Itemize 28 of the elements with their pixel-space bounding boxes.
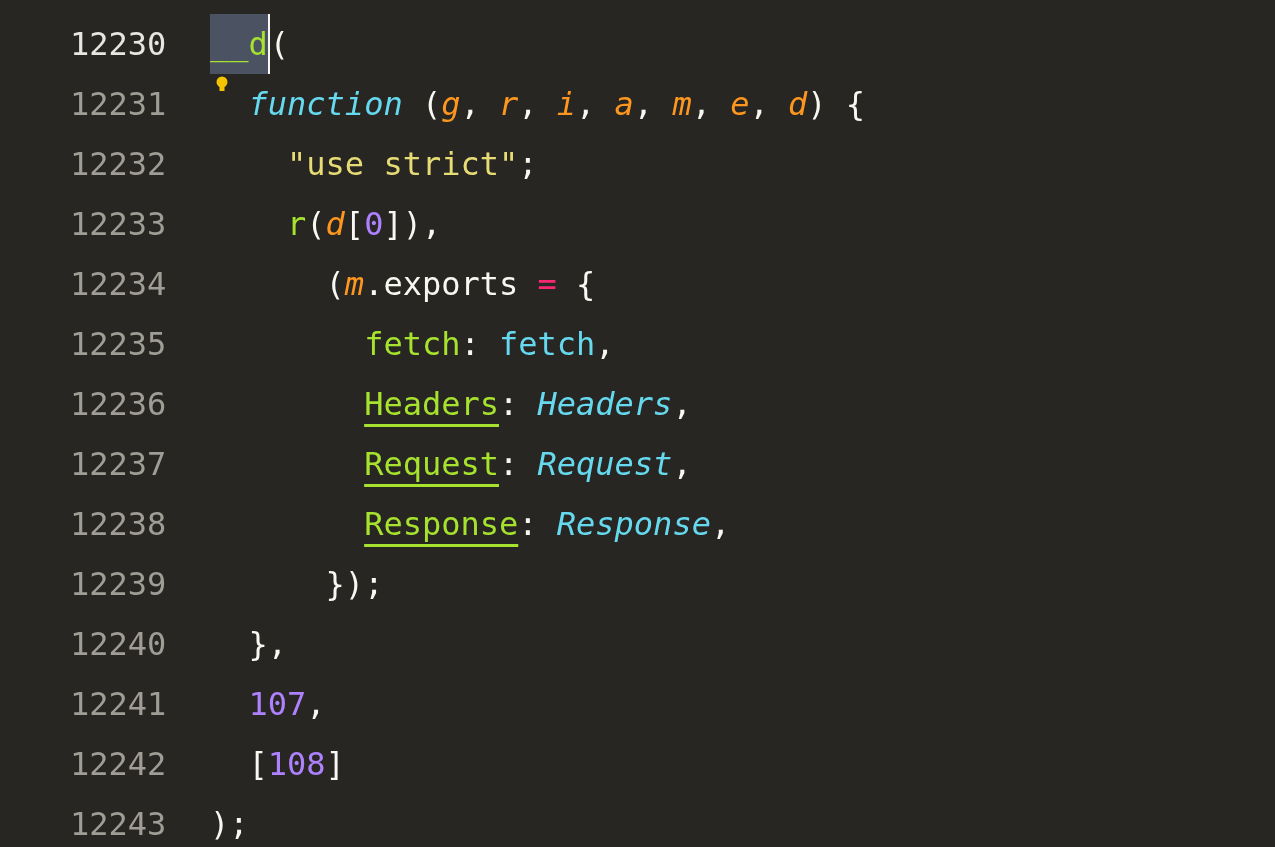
code-line: 107, <box>248 684 326 725</box>
line-number: 12241 <box>70 685 167 723</box>
code-line: function (g, r, i, a, m, e, d) { <box>248 84 866 125</box>
line-number: 12242 <box>70 745 167 783</box>
line-number: 12236 <box>70 385 167 423</box>
code-line: Headers: Headers, <box>364 384 692 425</box>
code-line: [108] <box>248 744 345 785</box>
line-number: 12234 <box>70 265 167 303</box>
code-line: }, <box>248 624 288 665</box>
code-line: r(d[0]), <box>287 204 442 245</box>
line-number: 12231 <box>70 85 167 123</box>
line-number: 12235 <box>70 325 167 363</box>
code-line: fetch: fetch, <box>364 324 615 365</box>
line-number: 12240 <box>70 625 167 663</box>
line-number: 12239 <box>70 565 167 603</box>
line-number: 12232 <box>70 145 167 183</box>
code-line: }); <box>325 564 384 605</box>
code-line: Response: Response, <box>364 504 731 545</box>
code-line: "use strict"; <box>287 144 538 185</box>
line-number: 12238 <box>70 505 167 543</box>
code-line: (m.exports = { <box>325 264 596 305</box>
lightbulb-icon[interactable] <box>215 76 229 94</box>
line-number: 12230 <box>70 25 167 63</box>
line-number: 12237 <box>70 445 167 483</box>
code-line: Request: Request, <box>364 444 692 485</box>
line-number: 12233 <box>70 205 167 243</box>
code-line: ); <box>210 804 249 845</box>
line-number: 12243 <box>70 805 167 843</box>
